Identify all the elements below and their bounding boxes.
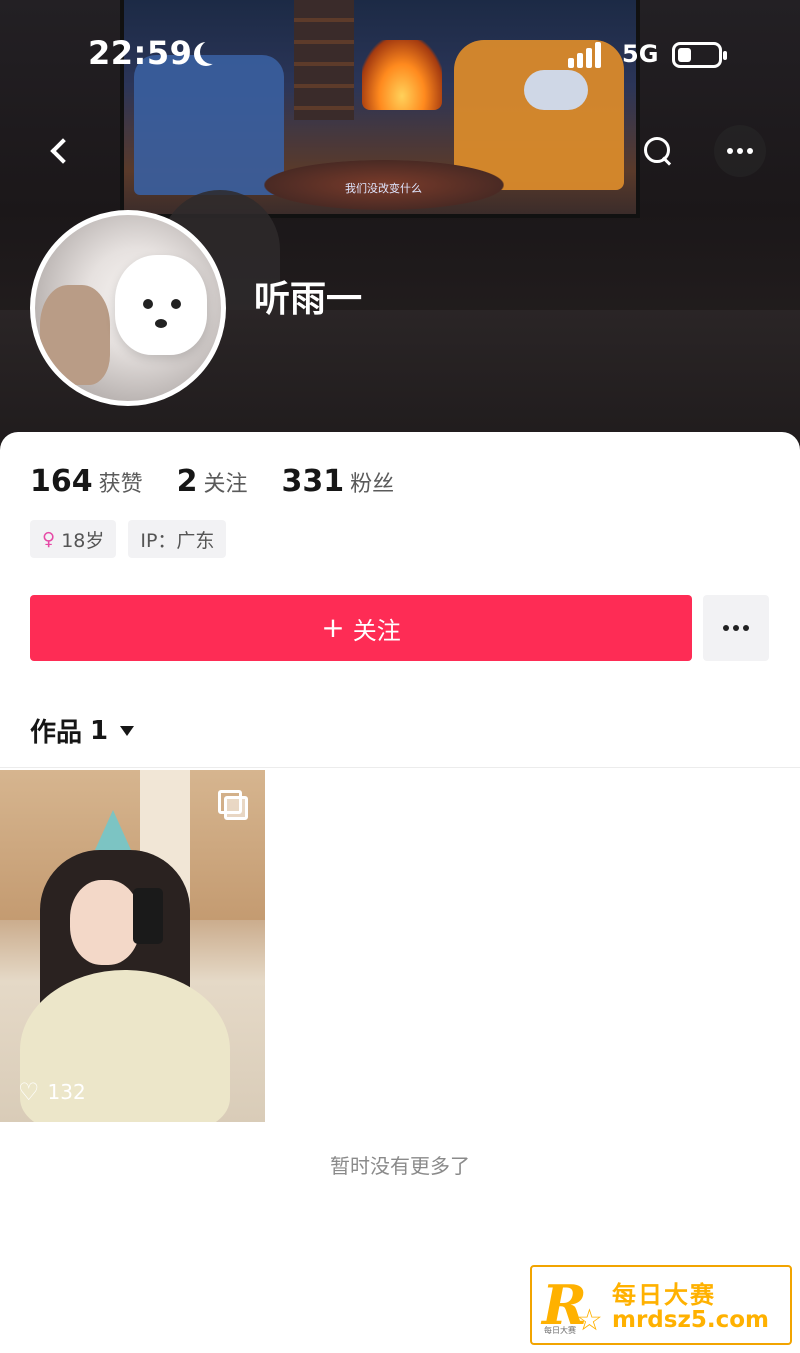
battery-level: [678, 48, 691, 62]
signal-icon: [568, 40, 601, 68]
stat-value: 331: [281, 464, 345, 499]
battery-icon: [672, 42, 727, 68]
status-time: 22:59: [88, 34, 193, 72]
more-icon: [723, 625, 749, 631]
post-thumbnail-face: [70, 880, 140, 965]
follow-more-button[interactable]: [703, 595, 769, 661]
back-button[interactable]: [33, 125, 85, 177]
stat-likes[interactable]: 164 获赞: [30, 464, 143, 499]
tab-divider: [0, 767, 800, 768]
profile-stats: 164 获赞 2 关注 331 粉丝: [30, 464, 394, 499]
profile-tags: ♀ 18岁 IP：广东: [30, 520, 227, 558]
stat-value: 2: [176, 464, 198, 499]
follow-label: 关注: [352, 616, 401, 645]
username: 听雨一: [254, 279, 363, 320]
puppy-shape: [115, 255, 207, 355]
multi-image-icon: [218, 790, 248, 820]
stat-label: 粉丝: [350, 472, 395, 497]
post-thumbnail-party-hat: [95, 810, 131, 850]
stat-following[interactable]: 2 关注: [177, 464, 248, 499]
site-watermark: R ☆ 每日大赛 每日大赛 mrdsz5.com: [530, 1265, 792, 1345]
gender-female-icon: ♀: [42, 528, 56, 550]
star-icon: ☆: [576, 1303, 603, 1338]
watermark-logo-caption: 每日大赛: [544, 1326, 576, 1335]
ip-tag: IP：广东: [128, 520, 227, 558]
follow-button[interactable]: + 关注: [30, 595, 692, 661]
stat-label: 获赞: [98, 472, 143, 497]
plus-icon: +: [321, 611, 345, 644]
more-options-button[interactable]: [714, 125, 766, 177]
watermark-chinese: 每日大赛: [612, 1281, 716, 1309]
heart-icon: ♡: [18, 1078, 40, 1106]
post-thumbnail-phone: [133, 888, 163, 944]
teddy-bear-shape: [40, 285, 110, 385]
age-text: 18岁: [61, 529, 105, 552]
caret-down-icon: [120, 725, 135, 736]
watermark-site: mrdsz5.com: [612, 1307, 769, 1333]
more-icon: [727, 148, 753, 154]
status-bar: 22:59 5G: [0, 30, 800, 80]
profile-card: 164 获赞 2 关注 331 粉丝 ♀ 18岁 IP：广东 + 关注 作品 1: [0, 432, 800, 1353]
ip-text: IP：广东: [140, 529, 215, 552]
works-count: 1: [90, 715, 109, 746]
tab-works[interactable]: 作品 1: [30, 712, 135, 749]
stat-label: 关注: [203, 472, 248, 497]
age-tag: ♀ 18岁: [30, 520, 117, 558]
post-likes-count: 132: [47, 1080, 86, 1104]
search-button[interactable]: [632, 125, 684, 177]
stat-value: 164: [30, 464, 93, 499]
status-network: 5G: [622, 40, 659, 68]
stat-followers[interactable]: 331 粉丝: [282, 464, 395, 499]
post-likes: ♡ 132: [18, 1080, 86, 1104]
works-grid-item[interactable]: ♡ 132: [0, 770, 265, 1122]
works-tab-label: 作品: [30, 718, 83, 748]
moon-icon: [200, 40, 224, 64]
back-icon: [50, 138, 76, 164]
end-of-list-text: 暂时没有更多了: [330, 1154, 470, 1178]
search-icon: [644, 137, 672, 165]
avatar[interactable]: [30, 210, 226, 406]
tv-caption: 我们没改变什么: [345, 182, 422, 195]
